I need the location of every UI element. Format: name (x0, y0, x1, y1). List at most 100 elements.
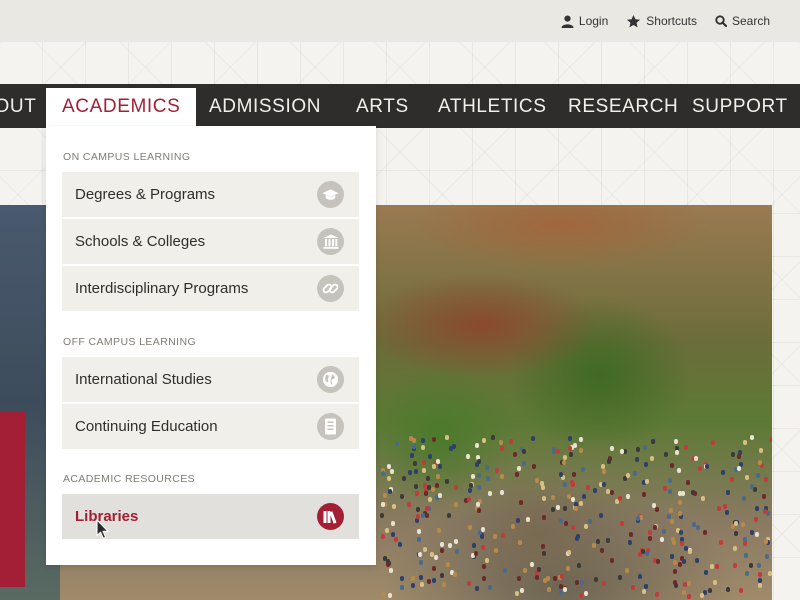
login-link[interactable]: Login (561, 14, 608, 28)
crowd-figure (682, 582, 687, 588)
crowd-figure (428, 453, 433, 459)
crowd-figure (480, 534, 485, 540)
section-heading-on-campus: ON CAMPUS LEARNING (63, 151, 191, 163)
crowd-figure (629, 532, 634, 537)
crowd-figure (743, 440, 748, 446)
menu-item-schools-colleges[interactable]: Schools & Colleges (62, 219, 359, 264)
crowd-figure (567, 549, 572, 555)
crowd-figure (562, 586, 567, 592)
crowd-figure (676, 468, 681, 474)
menu-item-label: International Studies (75, 371, 212, 388)
crowd-figure (596, 539, 601, 545)
crowd-figure (559, 517, 564, 523)
crowd-figure (745, 474, 750, 480)
nav-item-academics[interactable]: ACADEMICS (46, 88, 197, 128)
menu-item-label: Interdisciplinary Programs (75, 280, 249, 297)
user-icon (561, 15, 574, 28)
crowd-figure (559, 471, 563, 477)
nav-item-arts[interactable]: ARTS (356, 84, 409, 128)
crowd-figure (563, 481, 568, 487)
crowd-figure (542, 514, 547, 520)
nav-item-about[interactable]: ABOUT (0, 84, 36, 128)
crowd-figure (726, 490, 731, 496)
crowd-figure (424, 513, 429, 519)
crowd-figure (674, 450, 679, 456)
crowd-figure (655, 591, 660, 597)
crowd-figure (568, 445, 573, 451)
nav-item-admission[interactable]: ADMISSION (209, 84, 321, 128)
crowd-figure (653, 524, 658, 530)
crowd-figure (738, 588, 743, 594)
crowd-figure (475, 443, 480, 449)
crowd-figure (452, 444, 457, 450)
crowd-figure (602, 581, 607, 587)
crowd-figure (518, 540, 523, 546)
crowd-figure (410, 575, 415, 581)
menu-item-international-studies[interactable]: International Studies (62, 357, 359, 402)
menu-item-continuing-education[interactable]: Continuing Education (62, 404, 359, 449)
crowd-figure (567, 494, 572, 500)
crowd-figure (476, 507, 481, 513)
crowd-figure (522, 567, 527, 573)
crowd-figure (585, 485, 590, 491)
crowd-figure (755, 472, 760, 478)
crowd-figure (415, 506, 420, 512)
crowd-figure (400, 575, 405, 581)
crowd-figure (628, 539, 633, 545)
crowd-figure (391, 520, 396, 526)
search-icon (715, 15, 727, 27)
crowd-figure (420, 437, 425, 443)
crowd-figure (725, 586, 730, 592)
crowd-figure (582, 493, 587, 499)
crowd-figure (722, 503, 727, 509)
crowd-figure (508, 439, 513, 445)
crowd-figure (381, 534, 386, 540)
crowd-figure (703, 530, 708, 536)
crowd-figure (762, 508, 767, 514)
crowd-figure (578, 593, 583, 599)
crowd-figure (500, 533, 505, 539)
menu-item-degrees-programs[interactable]: Degrees & Programs (62, 172, 359, 217)
crowd-figure (647, 530, 652, 536)
crowd-figure (663, 451, 668, 457)
crowd-figure (546, 587, 551, 593)
crowd-figure (568, 436, 573, 442)
crowd-figure (386, 562, 391, 568)
crowd-figure (502, 567, 507, 573)
crowd-figure (687, 593, 692, 599)
menu-item-label: Continuing Education (75, 418, 218, 435)
crowd-figure (453, 502, 458, 508)
crowd-figure (493, 547, 498, 553)
crowd-figure (711, 439, 716, 445)
crowd-figure (593, 577, 598, 583)
crowd-figure (677, 499, 682, 505)
globe-icon (317, 366, 344, 393)
nav-item-research[interactable]: RESEARCH (568, 84, 678, 128)
crowd-figure (691, 522, 696, 528)
crowd-figure (593, 487, 598, 493)
mouse-cursor-icon (96, 519, 109, 540)
crowd-figure (713, 580, 718, 586)
crowd-figure (671, 539, 676, 545)
crowd-figure (447, 513, 452, 519)
crowd-figure (514, 472, 519, 478)
academics-dropdown: ON CAMPUS LEARNING Degrees & Programs Sc… (46, 126, 376, 565)
nav-item-support[interactable]: SUPPORT (692, 84, 788, 128)
search-link[interactable]: Search (715, 14, 770, 28)
crowd-figure (562, 505, 567, 511)
crowd-figure (718, 539, 723, 545)
shortcuts-link[interactable]: Shortcuts (626, 14, 697, 29)
menu-item-interdisciplinary-programs[interactable]: Interdisciplinary Programs (62, 266, 359, 311)
crowd-figure (438, 463, 443, 469)
crowd-figure (571, 524, 576, 530)
crowd-figure (583, 524, 588, 530)
nav-item-athletics[interactable]: ATHLETICS (438, 84, 547, 128)
menu-item-label: Degrees & Programs (75, 186, 216, 203)
crowd-figure (584, 590, 589, 596)
crowd-figure (474, 585, 479, 591)
crowd-figure (520, 588, 525, 594)
crowd-figure (681, 491, 686, 497)
crowd-figure (388, 592, 393, 598)
crowd-figure (633, 470, 638, 476)
crowd-figure (694, 456, 699, 462)
